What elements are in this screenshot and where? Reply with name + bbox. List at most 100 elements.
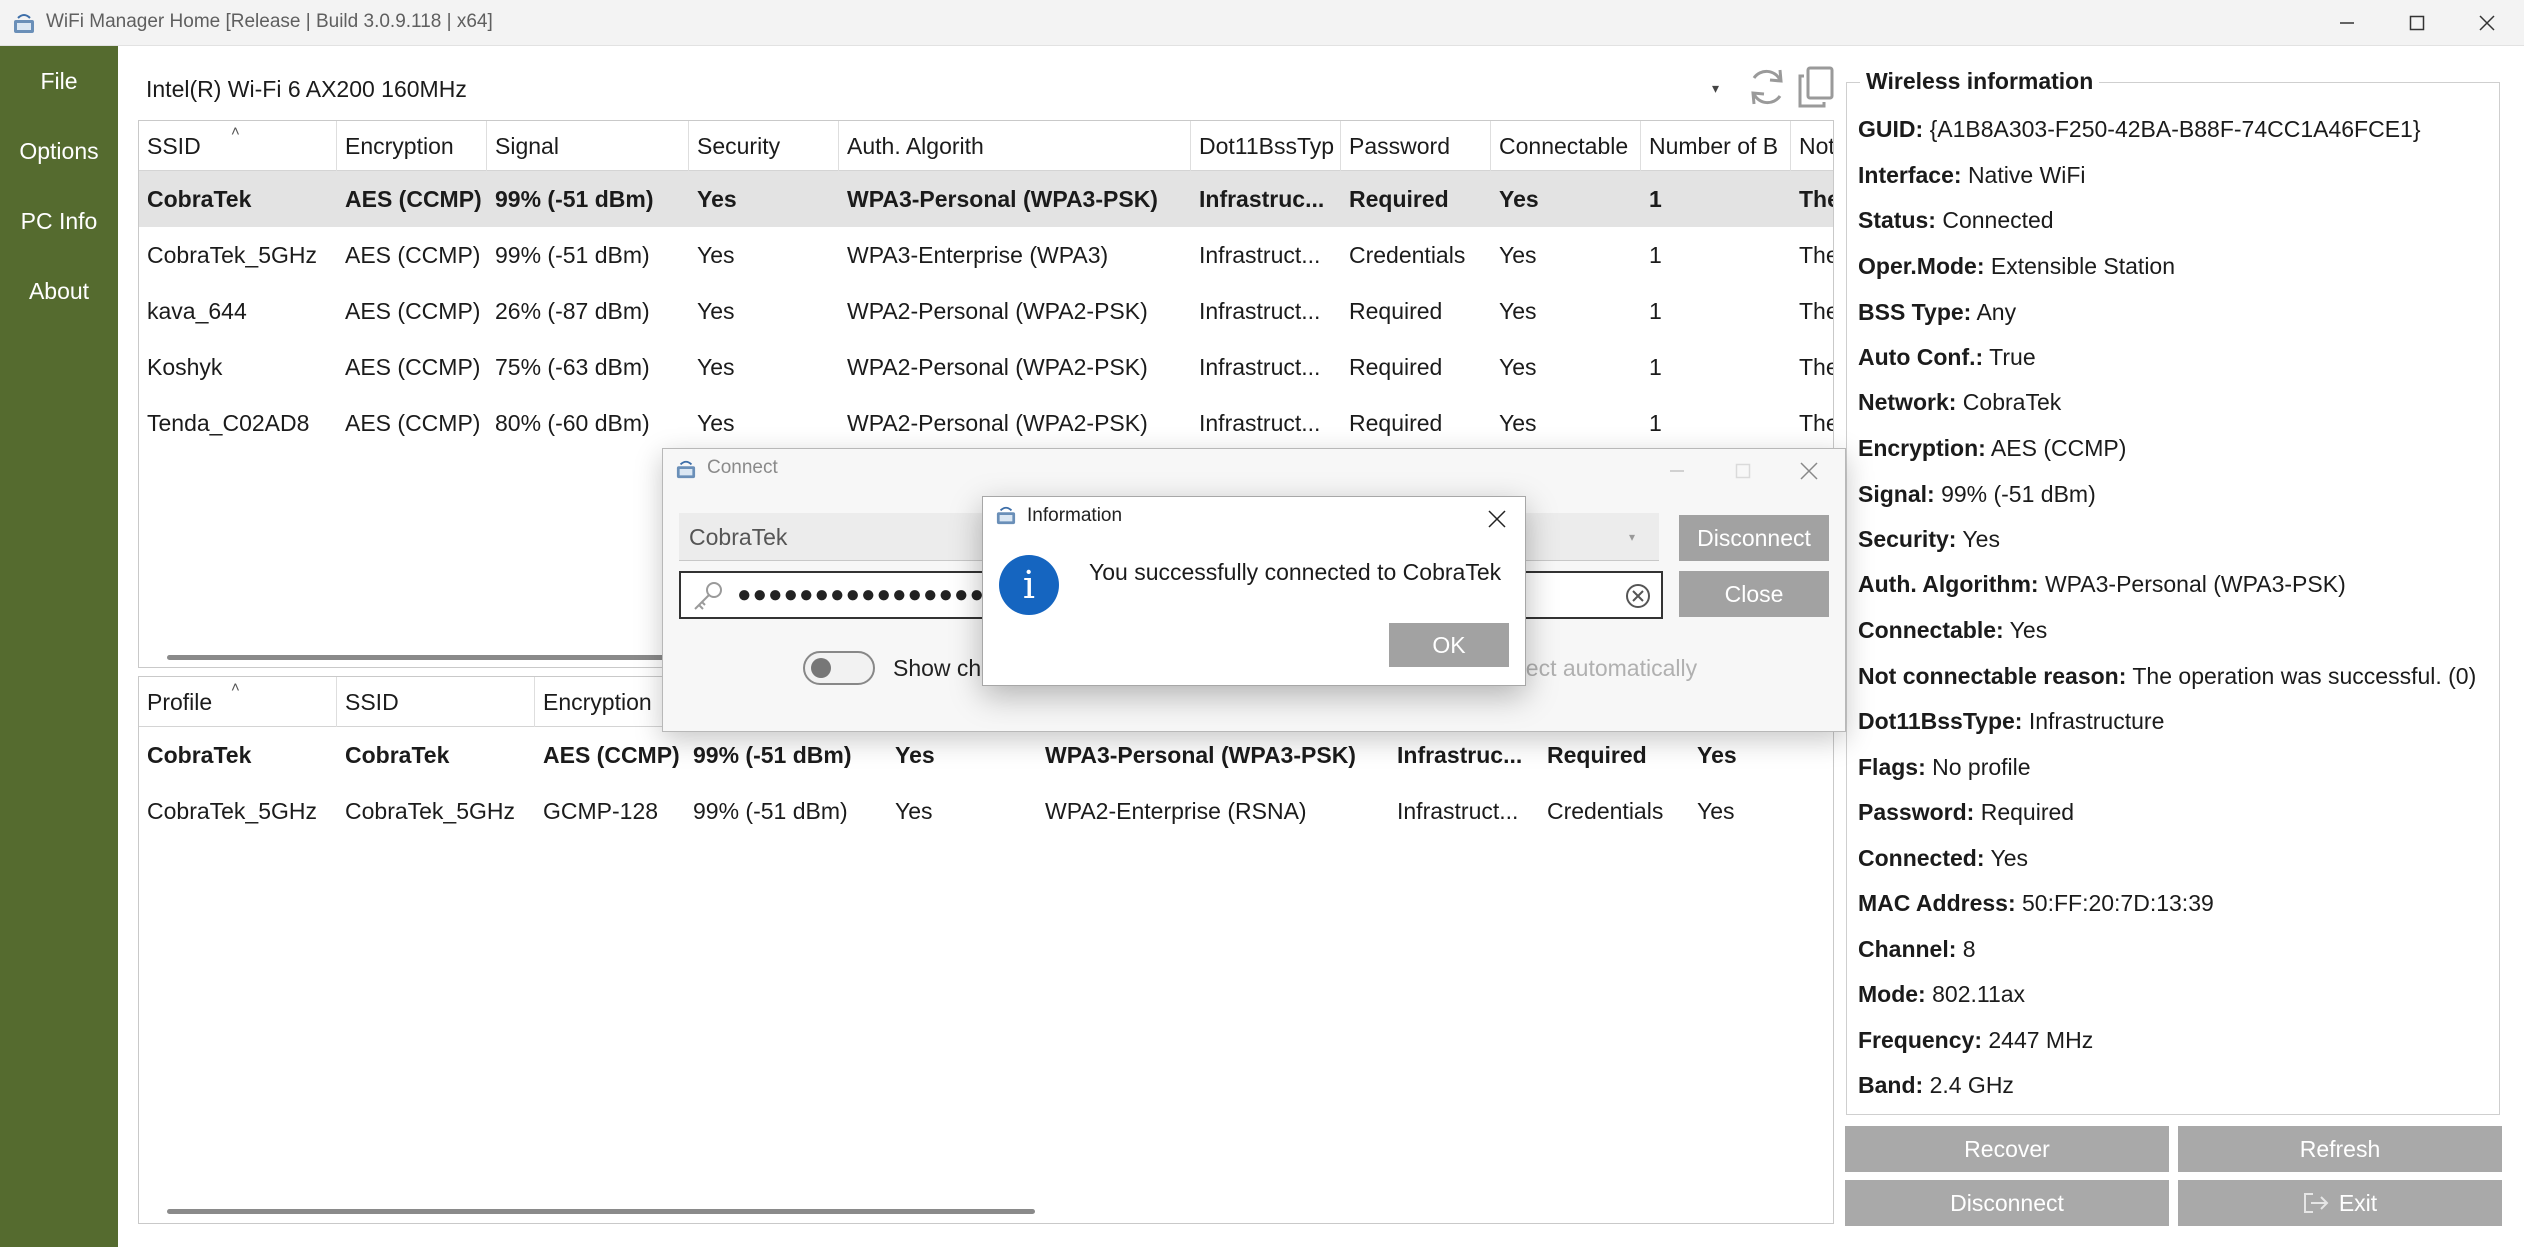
- connect-dialog-close-button[interactable]: Close: [1679, 571, 1829, 617]
- col-not-connectable[interactable]: Not: [1791, 121, 1833, 171]
- information-dialog: Information i You successfully connected…: [982, 496, 1526, 686]
- cell-bsstype: Infrastruct...: [1199, 298, 1321, 324]
- info-value: CobraTek: [1962, 389, 2062, 415]
- info-value: WPA3-Personal (WPA3-PSK): [2044, 571, 2346, 597]
- info-value: The operation was successful. (0): [2132, 663, 2477, 689]
- info-key: Password:: [1858, 799, 1975, 825]
- cell-encryption: AES (CCMP): [345, 410, 481, 436]
- sidebar-item-pc-info[interactable]: PC Info: [0, 208, 118, 235]
- ok-button[interactable]: OK: [1389, 623, 1509, 667]
- cell-bss-count: 1: [1649, 354, 1662, 380]
- disconnect-button[interactable]: Disconnect: [1845, 1180, 2169, 1226]
- cell-ssid: Koshyk: [147, 354, 223, 380]
- chevron-down-icon: ▾: [1629, 530, 1636, 544]
- cell-auth: WPA2-Personal (WPA2-PSK): [847, 298, 1148, 324]
- col-auth-algorithm[interactable]: Auth. Algorith: [839, 121, 1191, 171]
- refresh-icon[interactable]: [1744, 64, 1790, 110]
- cell-signal: 99% (-51 dBm): [495, 186, 654, 212]
- info-value: No profile: [1932, 754, 2031, 780]
- table-row[interactable]: Tenda_C02AD8 AES (CCMP) 80% (-60 dBm) Ye…: [139, 395, 1833, 451]
- table-row[interactable]: CobraTek_5GHz CobraTek_5GHz GCMP-128 99%…: [139, 783, 1833, 839]
- info-row-frequency: Frequency: 2447 MHz: [1858, 1027, 2093, 1054]
- col-profile[interactable]: Profile: [139, 677, 337, 727]
- info-row-network: Network: CobraTek: [1858, 389, 2061, 416]
- cell-password: Required: [1349, 354, 1443, 380]
- info-value: 8: [1962, 936, 1976, 962]
- show-characters-toggle[interactable]: [803, 651, 875, 685]
- exit-label: Exit: [2338, 1189, 2378, 1216]
- profiles-table: ˄ Profile SSID Encryption CobraTek Cobra…: [138, 676, 1834, 1224]
- copy-icon[interactable]: [1794, 64, 1840, 110]
- info-row-security: Security: Yes: [1858, 526, 2000, 553]
- clear-icon[interactable]: [1625, 583, 1651, 609]
- cell-bsstype: Infrastruc...: [1199, 186, 1325, 212]
- close-window-button[interactable]: [2454, 0, 2520, 46]
- dialog-maximize-button[interactable]: [1723, 451, 1763, 491]
- col-encryption[interactable]: Encryption: [337, 121, 487, 171]
- recover-button[interactable]: Recover: [1845, 1126, 2169, 1172]
- info-row-mac-address: MAC Address: 50:FF:20:7D:13:39: [1858, 890, 2214, 917]
- ssid-value: CobraTek: [689, 524, 788, 550]
- info-key: Frequency:: [1858, 1027, 1982, 1053]
- cell-reason: The: [1799, 354, 1833, 380]
- close-icon: [1488, 510, 1506, 528]
- connect-dialog-disconnect-button[interactable]: Disconnect: [1679, 515, 1829, 561]
- info-row-interface: Interface: Native WiFi: [1858, 162, 2086, 189]
- minimize-button[interactable]: [2314, 0, 2380, 46]
- cell-signal: 99% (-51 dBm): [495, 242, 650, 268]
- col-number-of-bss[interactable]: Number of B: [1641, 121, 1791, 171]
- sidebar-item-file[interactable]: File: [0, 68, 118, 95]
- cell-connectable: Yes: [1499, 354, 1537, 380]
- information-dialog-title: Information: [1027, 505, 1123, 526]
- maximize-button[interactable]: [2384, 0, 2450, 46]
- cell-reason: The: [1799, 242, 1833, 268]
- info-value: 50:FF:20:7D:13:39: [2022, 890, 2214, 916]
- cell-security: Yes: [697, 410, 735, 436]
- table-row[interactable]: Koshyk AES (CCMP) 75% (-63 dBm) Yes WPA2…: [139, 339, 1833, 395]
- info-key: Band:: [1858, 1072, 1924, 1098]
- horizontal-scrollbar[interactable]: [167, 655, 727, 660]
- refresh-button[interactable]: Refresh: [2178, 1126, 2502, 1172]
- dialog-close-button[interactable]: [1789, 451, 1829, 491]
- cell-ssid: CobraTek_5GHz: [147, 242, 318, 268]
- chevron-down-icon[interactable]: ▾: [1712, 80, 1719, 97]
- cell-password: Required: [1349, 186, 1449, 212]
- exit-button[interactable]: Exit: [2178, 1180, 2502, 1226]
- exit-icon: [2303, 1193, 2329, 1213]
- info-row-status: Status: Connected: [1858, 207, 2054, 234]
- col-dot11bsstype[interactable]: Dot11BssTyp: [1191, 121, 1341, 171]
- adapter-select[interactable]: Intel(R) Wi-Fi 6 AX200 160MHz: [146, 76, 467, 103]
- information-close-button[interactable]: [1477, 499, 1517, 539]
- sidebar-item-about[interactable]: About: [0, 278, 118, 305]
- table-row[interactable]: kava_644 AES (CCMP) 26% (-87 dBm) Yes WP…: [139, 283, 1833, 339]
- dialog-minimize-button[interactable]: [1657, 451, 1697, 491]
- maximize-icon: [2409, 15, 2425, 31]
- info-value: Connected: [1942, 207, 2054, 233]
- table-row[interactable]: CobraTek CobraTek AES (CCMP) 99% (-51 dB…: [139, 727, 1833, 783]
- cell-ssid: CobraTek_5GHz: [345, 798, 516, 824]
- cell-auth: WPA2-Enterprise (RSNA): [1045, 798, 1307, 824]
- info-row-auth-algorithm: Auth. Algorithm: WPA3-Personal (WPA3-PSK…: [1858, 571, 2346, 598]
- table-row[interactable]: CobraTek AES (CCMP) 99% (-51 dBm) Yes WP…: [139, 171, 1833, 227]
- cell-security: Yes: [697, 354, 735, 380]
- app-icon: [676, 460, 696, 479]
- info-icon: i: [999, 555, 1059, 615]
- sidebar-item-options[interactable]: Options: [0, 138, 118, 165]
- cell-auth: WPA3-Enterprise (WPA3): [847, 242, 1109, 268]
- col-ssid[interactable]: SSID: [337, 677, 535, 727]
- col-security[interactable]: Security: [689, 121, 839, 171]
- info-key: Auto Conf.:: [1858, 344, 1984, 370]
- horizontal-scrollbar[interactable]: [167, 1209, 1035, 1214]
- info-row-signal: Signal: 99% (-51 dBm): [1858, 481, 2096, 508]
- info-key: MAC Address:: [1858, 890, 2016, 916]
- col-password[interactable]: Password: [1341, 121, 1491, 171]
- table-row[interactable]: CobraTek_5GHz AES (CCMP) 99% (-51 dBm) Y…: [139, 227, 1833, 283]
- cell-bss-count: 1: [1649, 298, 1662, 324]
- col-ssid[interactable]: SSID: [139, 121, 337, 171]
- info-value: Yes: [2009, 617, 2048, 643]
- cell-security: Yes: [895, 798, 933, 824]
- cell-signal: 80% (-60 dBm): [495, 410, 650, 436]
- col-connectable[interactable]: Connectable: [1491, 121, 1641, 171]
- col-signal[interactable]: Signal: [487, 121, 689, 171]
- cell-bss-count: 1: [1649, 242, 1662, 268]
